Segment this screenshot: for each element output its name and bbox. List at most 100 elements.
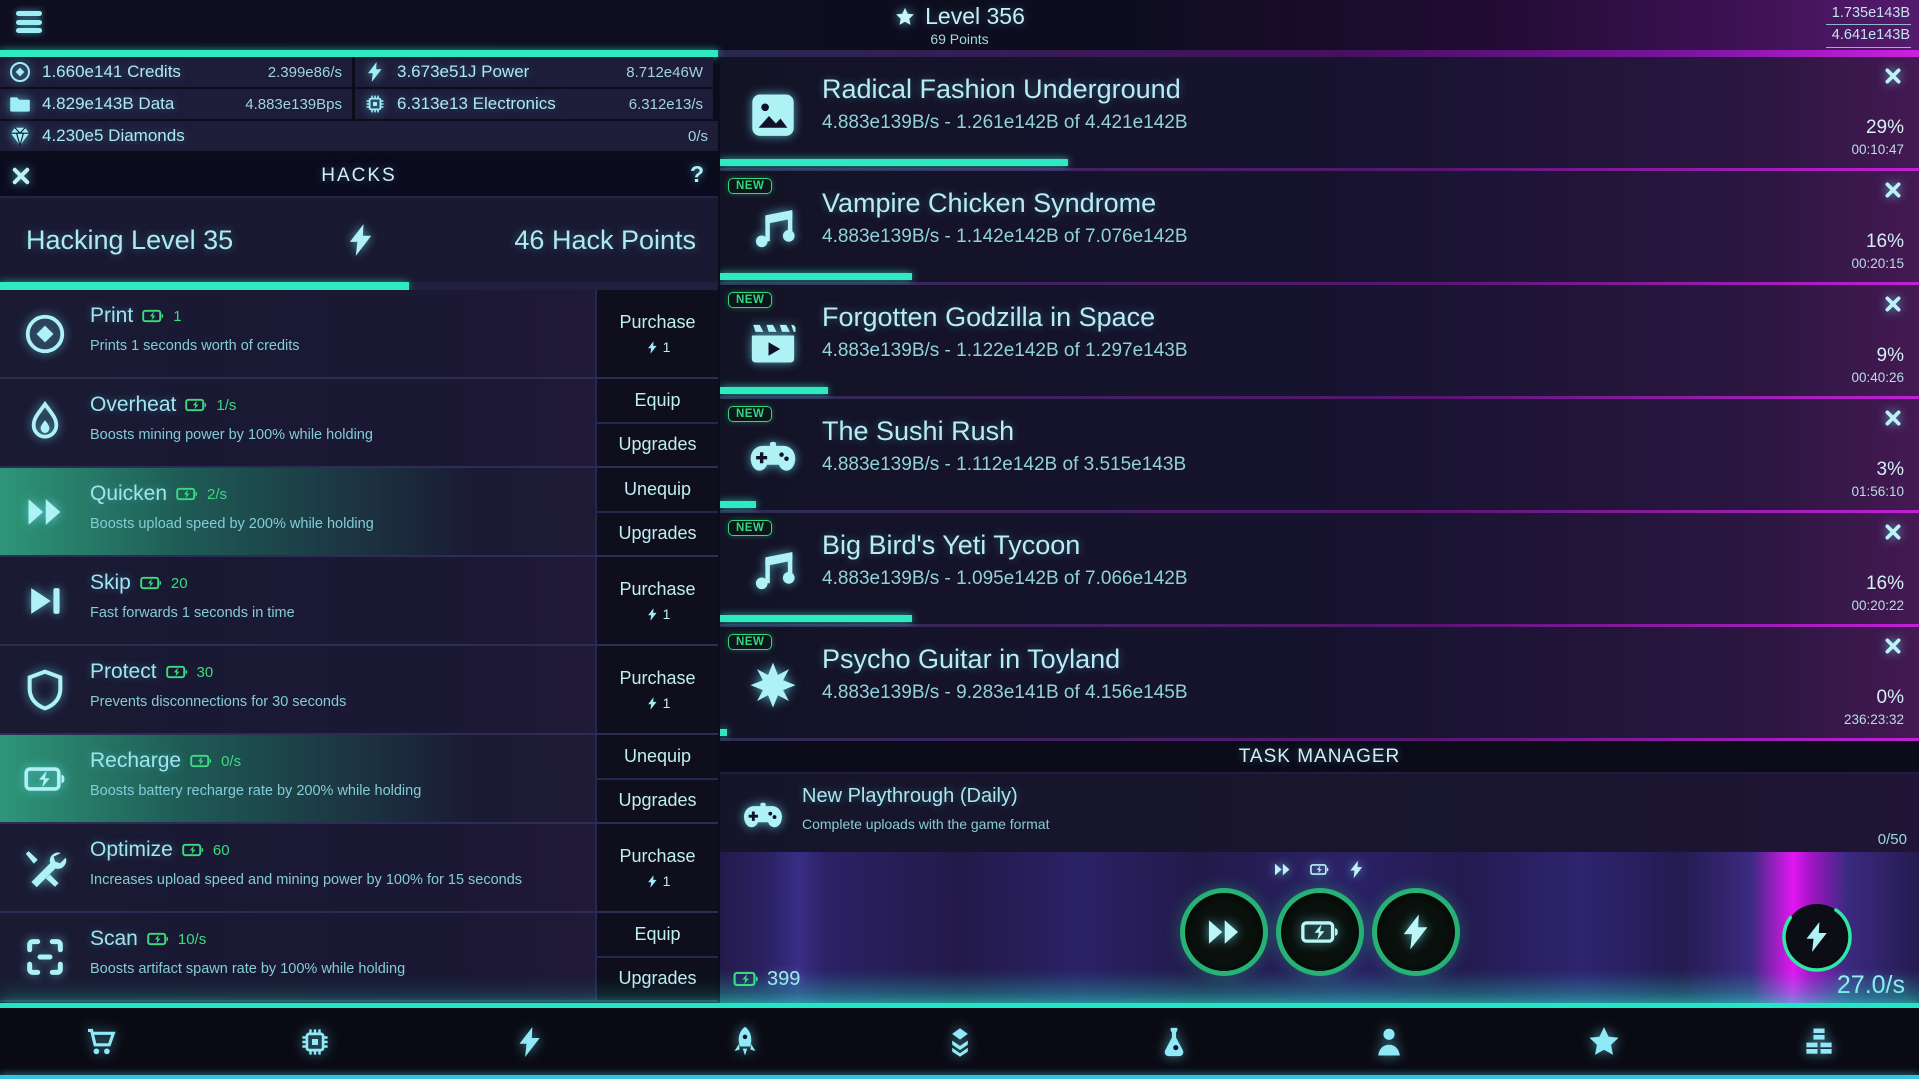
- bolt-cost-icon: [645, 340, 660, 355]
- upgrades-button[interactable]: Upgrades: [597, 511, 718, 556]
- burst-icon: [746, 658, 800, 712]
- flask-icon: [1156, 1024, 1192, 1060]
- music-icon: [746, 202, 800, 256]
- upload-stats: 4.883e139B/s - 1.261e142B of 4.421e142B: [822, 112, 1188, 134]
- upload-row[interactable]: Radical Fashion Underground 4.883e139B/s…: [720, 57, 1919, 171]
- upload-time: 01:56:10: [1851, 484, 1904, 499]
- bolt-cost-icon: [645, 607, 660, 622]
- hack-row-protect: Protect 30 Prevents disconnections for 3…: [0, 646, 718, 735]
- upload-row[interactable]: NEW Vampire Chicken Syndrome 4.883e139B/…: [720, 171, 1919, 285]
- purchase-button[interactable]: Purchase 1: [597, 646, 718, 733]
- recharge-boost-button[interactable]: [1276, 888, 1364, 976]
- hacking-level-progress-fill: [0, 282, 409, 290]
- upload-row[interactable]: NEW Forgotten Godzilla in Space 4.883e13…: [720, 285, 1919, 399]
- upload-stats: 4.883e139B/s - 1.142e142B of 7.076e142B: [822, 226, 1188, 248]
- task-title: New Playthrough (Daily): [802, 785, 1018, 808]
- upload-row[interactable]: NEW Psycho Guitar in Toyland 4.883e139B/…: [720, 627, 1919, 741]
- upload-title: Psycho Guitar in Toyland: [822, 644, 1120, 675]
- quicken-boost-button[interactable]: [1180, 888, 1268, 976]
- new-badge: NEW: [728, 406, 772, 422]
- unequip-button[interactable]: Unequip: [597, 735, 718, 778]
- new-badge: NEW: [728, 292, 772, 308]
- battery-cost-icon: [189, 749, 213, 773]
- credits-amount: 1.660e141 Credits: [42, 62, 268, 82]
- data-rate: 4.883e139Bps: [245, 96, 342, 113]
- music-icon: [746, 544, 800, 598]
- close-icon[interactable]: [1883, 294, 1903, 314]
- nav-hardware-button[interactable]: [293, 1020, 337, 1064]
- upload-time: 00:10:47: [1851, 142, 1904, 157]
- nav-star-button[interactable]: [1582, 1020, 1626, 1064]
- hack-desc: Increases upload speed and mining power …: [90, 872, 522, 888]
- upload-stats: 4.883e139B/s - 1.112e142B of 3.515e143B: [822, 454, 1186, 476]
- nav-lab-button[interactable]: [1152, 1020, 1196, 1064]
- hack-cost: 1/s: [216, 397, 236, 414]
- resource-electronics: 6.313e13 Electronics 6.312e13/s: [355, 89, 713, 121]
- hack-desc: Fast forwards 1 seconds in time: [90, 605, 295, 621]
- unequip-button[interactable]: Unequip: [597, 468, 718, 511]
- upload-progress-fill: [720, 729, 727, 736]
- gamepad-icon: [740, 793, 786, 839]
- close-icon[interactable]: [1883, 408, 1903, 428]
- hack-row-recharge: Recharge 0/s Boosts battery recharge rat…: [0, 735, 718, 824]
- upgrades-button[interactable]: Upgrades: [597, 778, 718, 823]
- bolt-icon: [512, 1024, 548, 1060]
- equip-button[interactable]: Equip: [597, 379, 718, 422]
- xp-fraction: 1.735e143B 4.641e143B: [1826, 3, 1911, 48]
- xp-total: 4.641e143B: [1826, 25, 1911, 47]
- close-icon[interactable]: [1883, 180, 1903, 200]
- image-icon: [746, 88, 800, 142]
- tools-icon: [22, 845, 68, 891]
- hack-points-label: 46 Hack Points: [380, 225, 718, 256]
- nav-shop-button[interactable]: [78, 1020, 122, 1064]
- close-icon[interactable]: [10, 165, 32, 187]
- hack-bolt-icon: [342, 221, 380, 259]
- cart-icon: [82, 1024, 118, 1060]
- task-row[interactable]: New Playthrough (Daily) Complete uploads…: [720, 774, 1919, 852]
- resource-credits: 1.660e141 Credits 2.399e86/s: [0, 57, 355, 89]
- music-visualizer: 399 27.0/s: [720, 852, 1919, 1003]
- battery-cost-icon: [165, 660, 189, 684]
- purchase-button[interactable]: Purchase 1: [597, 290, 718, 377]
- close-icon[interactable]: [1883, 522, 1903, 542]
- upload-row[interactable]: NEW The Sushi Rush 4.883e139B/s - 1.112e…: [720, 399, 1919, 513]
- purchase-button[interactable]: Purchase 1: [597, 824, 718, 911]
- nav-staff-button[interactable]: [1367, 1020, 1411, 1064]
- upload-time: 236:23:32: [1844, 712, 1904, 727]
- help-icon[interactable]: ?: [690, 161, 704, 188]
- nav-rocket-button[interactable]: [723, 1020, 767, 1064]
- power-amount: 3.673e51J Power: [397, 62, 626, 82]
- hack-cost: 2/s: [207, 486, 227, 503]
- purchase-button[interactable]: Purchase 1: [597, 557, 718, 644]
- power-boost-button[interactable]: [1372, 888, 1460, 976]
- upload-progress-fill: [720, 159, 1068, 166]
- hacking-level-label: Hacking Level 35: [0, 225, 342, 256]
- upgrades-button[interactable]: Upgrades: [597, 422, 718, 467]
- nav-loot-button[interactable]: [1797, 1020, 1841, 1064]
- hack-cost: 10/s: [178, 931, 206, 948]
- hack-list: Print 1 Prints 1 seconds worth of credit…: [0, 290, 718, 1002]
- upload-time: 00:40:26: [1851, 370, 1904, 385]
- task-desc: Complete uploads with the game format: [802, 816, 1049, 832]
- hack-name: Skip: [90, 571, 131, 595]
- battery-cost-icon: [146, 927, 170, 951]
- battery-count: 399: [732, 965, 800, 993]
- energy-button[interactable]: [1781, 901, 1853, 973]
- nav-ranks-button[interactable]: [938, 1020, 982, 1064]
- upload-row[interactable]: NEW Big Bird's Yeti Tycoon 4.883e139B/s …: [720, 513, 1919, 627]
- person-icon: [1371, 1024, 1407, 1060]
- electronics-amount: 6.313e13 Electronics: [397, 94, 629, 114]
- close-icon[interactable]: [1883, 66, 1903, 86]
- hack-row-overheat: Overheat 1/s Boosts mining power by 100%…: [0, 379, 718, 468]
- battery-charge-icon: [1309, 859, 1330, 880]
- close-icon[interactable]: [1883, 636, 1903, 656]
- upgrades-button[interactable]: Upgrades: [597, 956, 718, 1001]
- electronics-rate: 6.312e13/s: [629, 96, 703, 113]
- bolt-cost-icon: [645, 696, 660, 711]
- scan-icon: [22, 934, 68, 980]
- battery-cost-icon: [141, 304, 165, 328]
- equip-button[interactable]: Equip: [597, 913, 718, 956]
- hack-row-quicken: Quicken 2/s Boosts upload speed by 200% …: [0, 468, 718, 557]
- nav-power-button[interactable]: [508, 1020, 552, 1064]
- hack-name: Scan: [90, 927, 138, 951]
